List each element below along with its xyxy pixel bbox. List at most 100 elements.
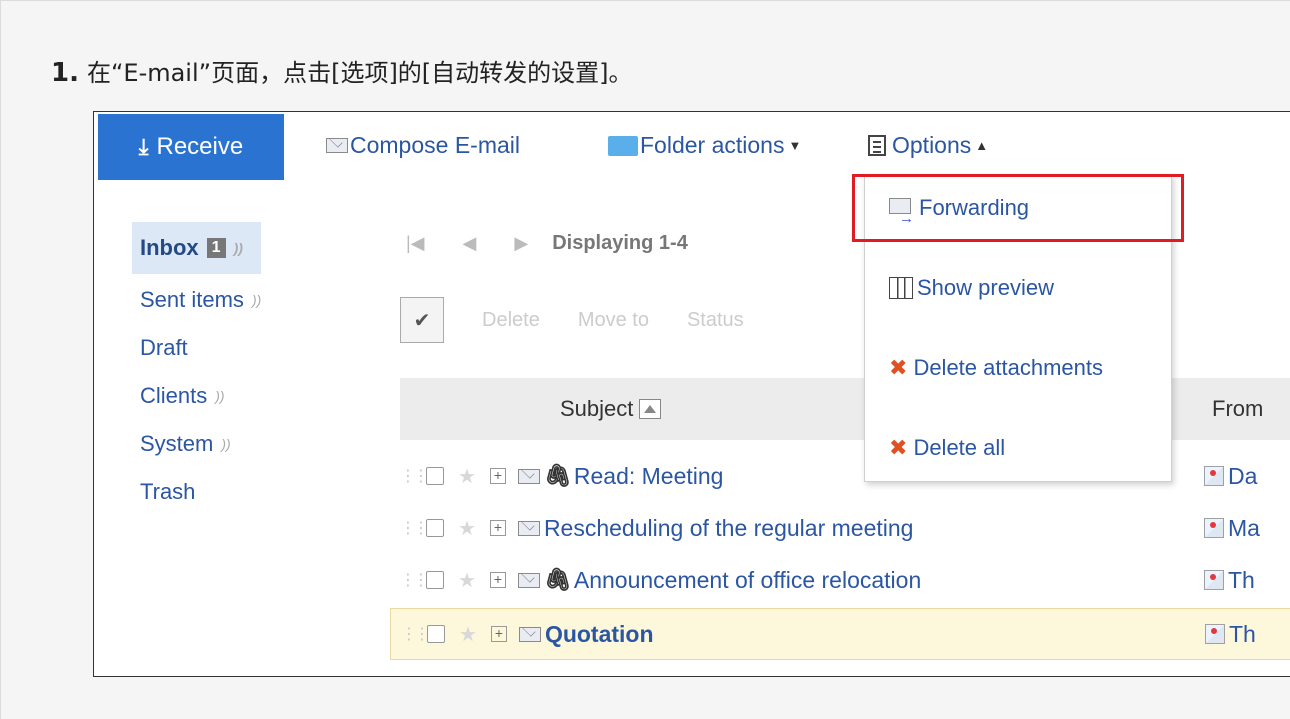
document-frame: 1. 在“E-mail”页面，点击[选项]的[自动转发的设置]。 ⤓ Recei… [0,0,1290,719]
sender-name: Ma [1228,514,1260,541]
row-checkbox[interactable] [426,519,444,537]
envelope-icon [517,520,540,536]
drag-handle-icon[interactable]: ⋮⋮ [400,466,429,486]
row-checkbox[interactable] [426,467,444,485]
folder-actions-label: Folder actions [640,132,785,158]
star-icon[interactable]: ★ [458,464,476,489]
delete-all-menu-item[interactable]: ✖ Delete all [889,435,1005,461]
mail-subject[interactable]: Rescheduling of the regular meeting [544,515,914,542]
mail-row[interactable]: ⋮⋮ ★ + 🖇 Announcement of office relocati… [390,554,1290,606]
status-button[interactable]: Status [687,309,744,332]
sender-name: Th [1228,566,1255,593]
contact-icon [1204,570,1224,590]
sort-ascending-icon[interactable] [639,399,662,419]
receive-label: Receive [156,133,244,160]
sender-name: Th [1229,620,1256,647]
highlight-box [852,174,1184,242]
folder-system-label: System [140,431,214,456]
row-checkbox[interactable] [426,571,444,589]
star-icon[interactable]: ★ [459,622,477,647]
folder-list: Inbox 1 )) Sent items )) Draft Clients )… [132,222,262,516]
from-column-header[interactable]: From [1212,396,1263,422]
options-label: Options [892,132,972,158]
show-preview-label: Show preview [917,275,1054,300]
drag-handle-icon[interactable]: ⋮⋮ [400,570,429,590]
move-to-button[interactable]: Move to [578,309,649,332]
mail-subject[interactable]: Announcement of office relocation [574,567,921,594]
folder-clients-label: Clients [140,383,208,408]
unread-badge: 1 [206,238,226,258]
delete-button[interactable]: Delete [482,309,540,332]
envelope-icon [517,468,540,484]
folder-inbox-label: Inbox [140,235,199,260]
expand-icon[interactable]: + [489,468,506,484]
first-page-button[interactable]: |◀ [406,233,425,254]
step-text: 在“E-mail”页面，点击[选项]的[自动转发的设置]。 [86,59,633,87]
prev-page-button[interactable]: ◀ [463,233,477,254]
list-icon [868,135,886,156]
folder-system[interactable]: System )) [140,420,261,468]
mail-action-bar: ✔ Delete Move to Status [400,297,744,343]
delete-attachments-label: Delete attachments [913,355,1103,380]
pagination: |◀ ◀ ▶ Displaying 1-4 [406,232,688,255]
mail-subject[interactable]: Quotation [545,621,654,648]
next-page-button[interactable]: ▶ [514,233,528,254]
envelope-icon [517,572,540,588]
folder-inbox[interactable]: Inbox 1 )) [132,222,262,274]
mail-row[interactable]: ⋮⋮ ★ + Rescheduling of the regular meeti… [390,502,1290,554]
mail-row-selected[interactable]: ⋮⋮ ★ + Quotation Th [390,608,1290,660]
sender-name: Da [1228,462,1258,489]
delete-attachments-menu-item[interactable]: ✖ Delete attachments [889,355,1103,381]
options-button[interactable]: Options ▲ [868,132,988,159]
rss-icon: )) [251,292,262,308]
caret-up-icon: ▲ [975,138,989,153]
star-icon[interactable]: ★ [458,516,476,541]
expand-icon[interactable]: + [490,626,507,642]
delete-x-icon: ✖ [889,435,908,460]
envelope-icon [326,138,348,153]
drag-handle-icon[interactable]: ⋮⋮ [400,518,429,538]
star-icon[interactable]: ★ [458,568,476,593]
mail-sender[interactable]: Th [1205,621,1256,648]
folder-draft[interactable]: Draft [140,324,261,372]
mail-subject[interactable]: Read: Meeting [574,463,724,490]
step-instruction: 1. 在“E-mail”页面，点击[选项]的[自动转发的设置]。 [51,53,633,88]
folder-trash-label: Trash [140,479,196,504]
folder-sent-items[interactable]: Sent items )) [140,276,261,324]
download-icon: ⤓ [138,134,149,159]
show-preview-menu-item[interactable]: Show preview [889,275,1054,301]
folder-sent-label: Sent items [140,287,244,312]
folder-icon [608,135,638,156]
attachment-icon: 🖇 [543,567,572,592]
columns-icon [889,277,913,299]
contact-icon [1205,624,1225,644]
expand-icon[interactable]: + [489,520,506,536]
envelope-icon [518,626,541,642]
delete-all-label: Delete all [913,435,1006,460]
select-all-checkbox[interactable]: ✔ [400,297,444,343]
expand-icon[interactable]: + [489,572,506,588]
mail-sender[interactable]: Da [1204,463,1257,490]
subject-header-label: Subject [560,396,634,421]
caret-down-icon: ▼ [788,138,802,153]
compose-email-button[interactable]: Compose E-mail [326,132,520,159]
subject-column-header[interactable]: Subject [560,396,662,422]
mail-sender[interactable]: Ma [1204,515,1260,542]
rss-icon: )) [221,436,231,452]
folder-draft-label: Draft [140,335,188,360]
receive-button[interactable]: ⤓ Receive [98,114,284,180]
displaying-range: Displaying 1-4 [552,232,688,254]
mail-sender[interactable]: Th [1204,567,1255,594]
folder-actions-button[interactable]: Folder actions ▼ [608,132,801,159]
folder-trash[interactable]: Trash [140,468,261,516]
folder-clients[interactable]: Clients )) [140,372,261,420]
drag-handle-icon[interactable]: ⋮⋮ [401,624,430,644]
row-checkbox[interactable] [427,625,445,643]
delete-x-icon: ✖ [889,355,908,380]
compose-label: Compose E-mail [350,132,520,158]
attachment-icon: 🖇 [543,463,572,488]
email-screenshot: ⤓ Receive Compose E-mail Folder actions … [93,111,1290,677]
rss-icon: )) [233,240,243,256]
step-number: 1. [51,58,79,88]
contact-icon [1204,466,1224,486]
